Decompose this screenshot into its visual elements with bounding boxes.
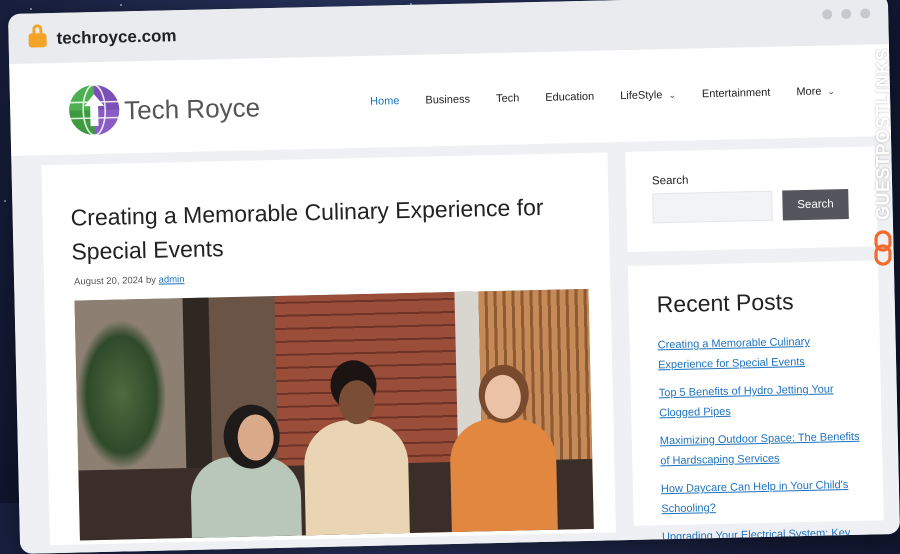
search-button[interactable]: Search — [782, 188, 849, 221]
guestpostlinks-watermark: GUESTPOSTLINKS — [866, 40, 900, 270]
main-nav: Home Business Tech Education LifeStyle ⌄ Enter… — [370, 85, 835, 108]
article-by: by — [145, 274, 157, 286]
page-content: Creating a Memorable Culinary Experience… — [11, 135, 900, 554]
recent-post-link[interactable]: How Daycare Can Help in Your Child's Sch… — [661, 479, 849, 515]
nav-item-label: Home — [369, 95, 400, 108]
chain-link-icon — [874, 230, 892, 266]
search-label: Search — [651, 174, 689, 188]
nav-item-label: Entertainment — [701, 86, 771, 101]
nav-item-business[interactable]: Business — [425, 94, 470, 107]
lock-icon — [28, 24, 47, 48]
nav-item-home[interactable]: Home — [370, 95, 400, 108]
recent-post-link[interactable]: Top 5 Benefits of Hydro Jetting Your Clo… — [659, 383, 834, 419]
list-item: Creating a Memorable Culinary Experience… — [657, 331, 858, 376]
nav-item-more[interactable]: More ⌄ — [796, 85, 836, 99]
window-controls — [822, 8, 871, 20]
globe-logo-icon[interactable] — [68, 83, 121, 136]
search-input[interactable] — [652, 190, 773, 224]
author-link[interactable]: admin — [158, 274, 184, 286]
list-item: How Daycare Can Help in Your Child's Sch… — [661, 475, 862, 520]
list-item: Upgrading Your Electrical System: Key — [662, 523, 862, 548]
article-meta: August 20, 2024 by admin — [74, 274, 185, 288]
chevron-down-icon: ⌄ — [827, 85, 836, 96]
address-bar[interactable]: techroyce.com — [56, 26, 176, 49]
nav-item-label: Education — [545, 90, 595, 104]
article-card: Creating a Memorable Culinary Experience… — [41, 152, 616, 546]
search-widget: Search Search — [625, 146, 878, 253]
nav-item-label: LifeStyle — [620, 89, 663, 103]
window-dot-icon[interactable] — [841, 8, 852, 20]
recent-post-link[interactable]: Creating a Memorable Culinary Experience… — [658, 336, 810, 371]
list-item: Top 5 Benefits of Hydro Jetting Your Clo… — [659, 379, 860, 424]
article-title: Creating a Memorable Culinary Experience… — [70, 193, 544, 265]
window-dot-icon[interactable] — [822, 9, 833, 20]
site-logo-text[interactable]: Tech Royce — [124, 92, 261, 126]
nav-item-education[interactable]: Education — [545, 91, 594, 104]
window-dot-icon[interactable] — [860, 8, 871, 19]
nav-item-label: Tech — [495, 92, 520, 105]
recent-posts-title: Recent Posts — [656, 288, 794, 318]
nav-item-label: More — [796, 85, 822, 99]
recent-posts-list: Creating a Memorable Culinary Experience… — [657, 331, 862, 554]
nav-item-tech[interactable]: Tech — [496, 92, 520, 105]
article-date: August 20, 2024 — [73, 275, 144, 288]
recent-post-link[interactable]: Maximizing Outdoor Space: The Benefits o… — [660, 431, 860, 468]
chevron-down-icon: ⌄ — [668, 89, 677, 100]
nav-item-label: Business — [425, 93, 471, 107]
browser-window: techroyce.com Tech Royce Home Business Tec… — [8, 0, 900, 554]
nav-item-entertainment[interactable]: Entertainment — [702, 87, 771, 101]
watermark-text: GUESTPOSTLINKS — [873, 48, 893, 221]
recent-post-link[interactable]: Upgrading Your Electrical System: Key — [662, 527, 851, 543]
nav-item-lifestyle[interactable]: LifeStyle ⌄ — [620, 89, 676, 102]
recent-posts-widget: Recent Posts Creating a Memorable Culina… — [627, 260, 884, 543]
list-item: Maximizing Outdoor Space: The Benefits o… — [660, 427, 861, 472]
